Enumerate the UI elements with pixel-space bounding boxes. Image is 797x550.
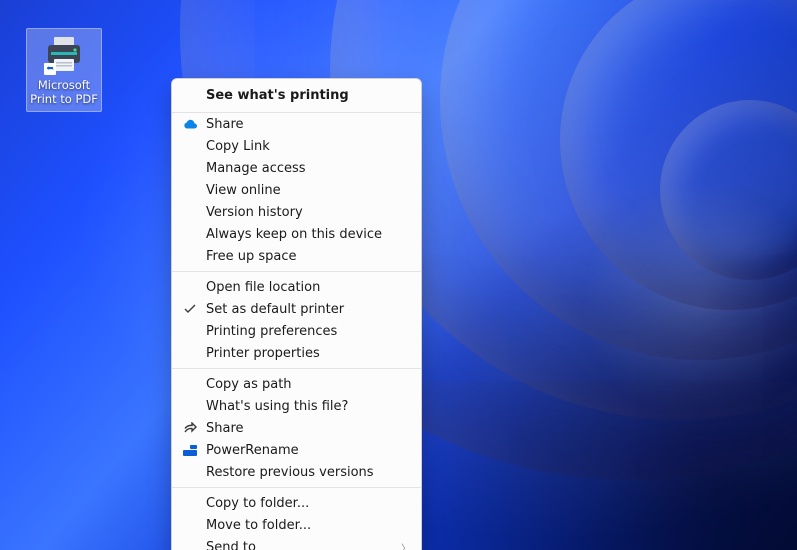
menu-item-move-to[interactable]: Move to folder...: [172, 514, 421, 536]
desktop[interactable]: ➦ Microsoft Print to PDF See what's prin…: [0, 0, 797, 550]
menu-item-share-cloud[interactable]: Share: [172, 113, 421, 135]
menu-item-label: Move to folder...: [206, 518, 413, 533]
menu-item-send-to[interactable]: Send to〉: [172, 536, 421, 550]
menu-separator: [172, 271, 421, 272]
cloud-icon: [180, 116, 200, 132]
shortcut-arrow-badge: ➦: [44, 63, 56, 75]
checkmark-icon: [180, 301, 200, 317]
powerrename-icon: [180, 442, 200, 458]
context-menu: See what's printing Share Copy Link Manage…: [171, 78, 422, 550]
menu-item-label: Set as default printer: [206, 302, 413, 317]
menu-item-label: Share: [206, 421, 413, 436]
menu-item-version-hist[interactable]: Version history: [172, 201, 421, 223]
context-menu-header[interactable]: See what's printing: [172, 79, 421, 113]
menu-item-label: Copy to folder...: [206, 496, 413, 511]
menu-item-label: Send to: [206, 540, 401, 550]
menu-item-label: Open file location: [206, 280, 413, 295]
menu-item-label: View online: [206, 183, 413, 198]
menu-item-restore-prev[interactable]: Restore previous versions: [172, 461, 421, 483]
menu-item-printer-props[interactable]: Printer properties: [172, 342, 421, 364]
menu-item-label: Share: [206, 117, 413, 132]
menu-item-label: Free up space: [206, 249, 413, 264]
share-icon: [180, 420, 200, 436]
menu-item-label: Printing preferences: [206, 324, 413, 339]
menu-item-free-space[interactable]: Free up space: [172, 245, 421, 267]
menu-item-share-out[interactable]: Share: [172, 417, 421, 439]
menu-item-manage-access[interactable]: Manage access: [172, 157, 421, 179]
menu-item-copy-link[interactable]: Copy Link: [172, 135, 421, 157]
menu-item-label: Manage access: [206, 161, 413, 176]
chevron-right-icon: 〉: [401, 540, 413, 550]
menu-item-whats-using[interactable]: What's using this file?: [172, 395, 421, 417]
menu-item-label: PowerRename: [206, 443, 413, 458]
menu-item-label: Version history: [206, 205, 413, 220]
printer-icon: ➦: [42, 33, 86, 77]
menu-item-label: Always keep on this device: [206, 227, 413, 242]
menu-item-label: What's using this file?: [206, 399, 413, 414]
menu-item-copy-as-path[interactable]: Copy as path: [172, 373, 421, 395]
menu-separator: [172, 368, 421, 369]
menu-item-label: Copy as path: [206, 377, 413, 392]
menu-separator: [172, 487, 421, 488]
menu-item-set-default[interactable]: Set as default printer: [172, 298, 421, 320]
menu-item-view-online[interactable]: View online: [172, 179, 421, 201]
menu-item-label: Copy Link: [206, 139, 413, 154]
menu-item-copy-to[interactable]: Copy to folder...: [172, 492, 421, 514]
menu-item-powerrename[interactable]: PowerRename: [172, 439, 421, 461]
desktop-icon-label: Microsoft Print to PDF: [30, 79, 98, 107]
menu-item-print-prefs[interactable]: Printing preferences: [172, 320, 421, 342]
menu-item-open-file-loc[interactable]: Open file location: [172, 276, 421, 298]
menu-item-keep-device[interactable]: Always keep on this device: [172, 223, 421, 245]
menu-item-label: Printer properties: [206, 346, 413, 361]
desktop-icon-printer-shortcut[interactable]: ➦ Microsoft Print to PDF: [26, 28, 102, 112]
menu-item-label: Restore previous versions: [206, 465, 413, 480]
